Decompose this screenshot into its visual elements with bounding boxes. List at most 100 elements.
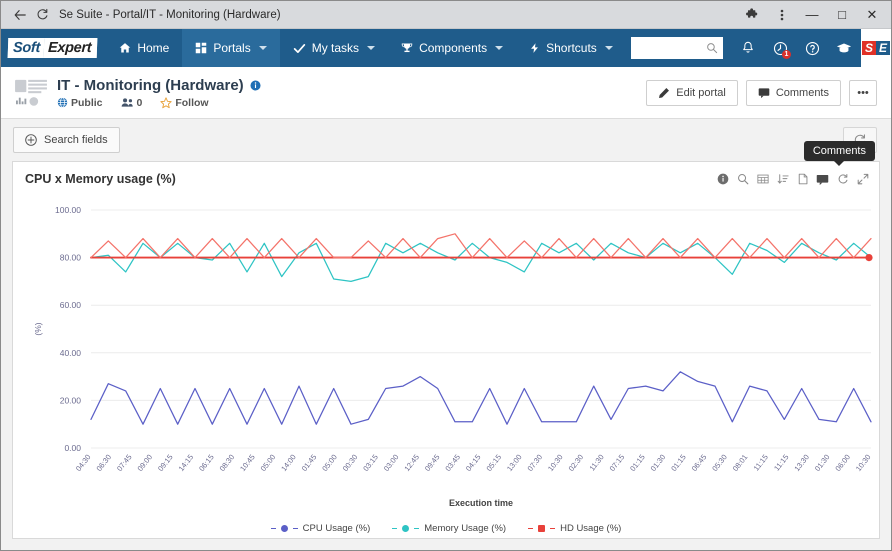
puzzle-piece-icon[interactable]: [737, 2, 767, 28]
x-axis-tick-label: 04:15: [464, 453, 483, 473]
info-icon[interactable]: [716, 173, 729, 186]
series-end-marker[interactable]: [865, 254, 873, 262]
nav-item-home[interactable]: Home: [106, 29, 182, 67]
chart-card-header: CPU x Memory usage (%): [13, 162, 879, 196]
close-button[interactable]: ✕: [857, 2, 887, 28]
portal-meta: Public 0 Follow: [57, 97, 261, 109]
chart-plot-area[interactable]: 0.00 20.00 40.00 60.00 80.00 100.00 (%) 04:30 06…: [13, 196, 879, 538]
softexpert-logo[interactable]: Soft Expert: [1, 29, 106, 67]
edit-portal-button[interactable]: Edit portal: [646, 79, 738, 106]
x-axis-tick-label: 13:00: [505, 453, 524, 473]
globe-icon: [57, 97, 68, 108]
portal-header-text: IT - Monitoring (Hardware) Public 0 Foll…: [57, 77, 261, 109]
x-axis-tick-label: 01:15: [669, 453, 688, 473]
back-arrow-icon[interactable]: [9, 4, 31, 26]
x-axis-tick-label: 01:30: [813, 453, 832, 473]
x-axis-tick-label: 09:15: [156, 453, 175, 473]
legend-label: CPU Usage (%): [302, 523, 371, 534]
chart-card: CPU x Memory usage (%) 0.00 20.00 40.00 …: [12, 161, 880, 539]
pencil-icon: [658, 87, 670, 99]
help-icon[interactable]: [797, 29, 827, 67]
x-axis-tick-label: 07:30: [525, 453, 544, 473]
nav-item-portals[interactable]: Portals: [182, 29, 280, 67]
search-icon[interactable]: [706, 42, 718, 54]
search-input[interactable]: [636, 41, 706, 55]
search-fields-button[interactable]: Search fields: [13, 127, 120, 153]
search-icon[interactable]: [736, 173, 749, 186]
table-view-icon[interactable]: [756, 173, 769, 186]
nav-item-shortcuts[interactable]: Shortcuts: [516, 29, 626, 67]
series-line: [90, 371, 872, 425]
portal-thumbnail-icon: [13, 77, 49, 109]
x-axis-tick-label: 11:15: [752, 453, 770, 473]
x-axis-tick-label: 03:15: [361, 453, 380, 473]
chevron-down-icon: [604, 46, 613, 50]
alerts-badge: 1: [782, 50, 791, 59]
x-axis-tick-label: 01:30: [649, 453, 668, 473]
chart-title: CPU x Memory usage (%): [25, 172, 176, 186]
x-axis-tick-label: 03:45: [443, 453, 462, 473]
y-axis-title: (%): [33, 322, 43, 335]
export-document-icon[interactable]: [796, 173, 809, 186]
nav-item-my-tasks[interactable]: My tasks: [280, 29, 388, 67]
visibility-label: Public: [71, 96, 103, 109]
sort-descending-icon[interactable]: [776, 173, 789, 186]
more-actions-button[interactable]: •••: [849, 79, 877, 106]
window-controls: — □ ✕: [737, 2, 887, 28]
x-axis-tick-label: 10:30: [546, 453, 565, 473]
portal-content: CPU x Memory usage (%) 0.00 20.00 40.00 …: [1, 161, 891, 550]
comments-button[interactable]: Comments: [745, 79, 841, 106]
browser-window: Se Suite - Portal/IT - Monitoring (Hardw…: [0, 0, 892, 551]
nav-label-my-tasks: My tasks: [311, 41, 360, 55]
x-axis-tick-label: 14:15: [177, 453, 196, 473]
chart-svg: 0.0020.0040.0060.0080.00100.00(%)04:30 06…: [33, 205, 873, 508]
kebab-menu-icon[interactable]: [767, 2, 797, 28]
visibility-badge[interactable]: Public: [57, 97, 103, 109]
notifications-bell-icon[interactable]: [733, 29, 763, 67]
x-axis-tick-label: 05:15: [484, 453, 503, 473]
maximize-button[interactable]: □: [827, 2, 857, 28]
refresh-icon[interactable]: [836, 173, 849, 186]
x-axis-tick-label: 11:15: [772, 453, 790, 473]
navbar-right-group: 1 SE: [631, 29, 891, 67]
legend-item[interactable]: Memory Usage (%): [392, 523, 506, 534]
alerts-icon[interactable]: 1: [765, 29, 795, 67]
x-axis-tick-label: 11:30: [587, 453, 605, 473]
chevron-down-icon: [258, 46, 267, 50]
portal-header: IT - Monitoring (Hardware) Public 0 Foll…: [1, 67, 891, 119]
bolt-icon: [529, 42, 540, 54]
x-axis-tick-label: 03:00: [382, 453, 401, 473]
portals-grid-icon: [195, 42, 207, 54]
search-fields-label: Search fields: [44, 134, 108, 146]
follow-button[interactable]: Follow: [160, 97, 209, 109]
fullscreen-icon[interactable]: [856, 173, 869, 186]
info-circle-icon[interactable]: [250, 79, 261, 91]
minimize-button[interactable]: —: [797, 2, 827, 28]
comment-icon[interactable]: [816, 173, 829, 186]
se-badge-s: S: [861, 41, 876, 55]
chevron-down-icon: [367, 46, 376, 50]
legend-item[interactable]: HD Usage (%): [528, 523, 621, 534]
page-title: IT - Monitoring (Hardware): [57, 77, 261, 94]
legend-dash: [392, 527, 398, 530]
se-suite-badge[interactable]: SE: [861, 29, 891, 67]
x-axis-tick-label: 05:30: [710, 453, 729, 473]
global-search[interactable]: [631, 37, 723, 59]
browser-tab-title: Se Suite - Portal/IT - Monitoring (Hardw…: [59, 8, 281, 21]
academy-graduation-cap-icon[interactable]: [829, 29, 859, 67]
x-axis-tick-label: 08:01: [731, 453, 750, 473]
nav-label-portals: Portals: [213, 41, 251, 55]
edit-portal-label: Edit portal: [676, 86, 726, 99]
check-icon: [293, 42, 306, 55]
comment-bubble-icon: [758, 87, 770, 99]
x-axis-tick-label: 07:45: [115, 453, 134, 473]
x-axis-tick-label: 08:30: [218, 453, 237, 473]
y-axis-tick-label: 0.00: [64, 443, 81, 453]
legend-item[interactable]: CPU Usage (%): [270, 523, 371, 534]
nav-item-components[interactable]: Components: [388, 29, 516, 67]
x-axis-tick-label: 00:30: [341, 453, 360, 473]
members-count[interactable]: 0: [121, 97, 142, 109]
reload-icon[interactable]: [31, 4, 53, 26]
users-icon: [121, 98, 133, 107]
x-axis-tick-label: 04:30: [74, 453, 93, 473]
